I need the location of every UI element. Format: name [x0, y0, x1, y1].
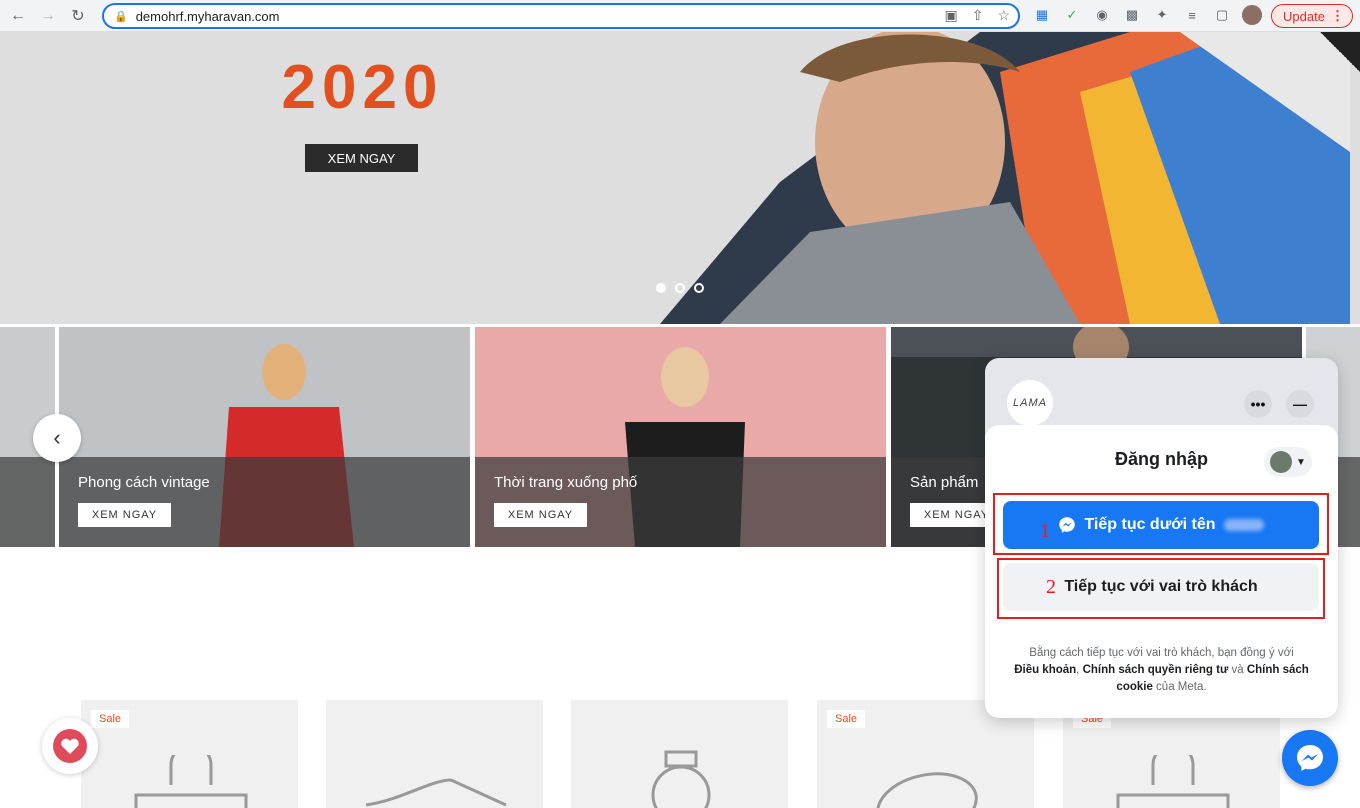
collection-title: Phong cách vintage [78, 474, 210, 491]
collection-title: Sản phẩm [910, 474, 979, 491]
annotation-marker-2: 2 [1046, 576, 1056, 598]
extension-translate-icon[interactable]: ▦ [1032, 5, 1052, 25]
update-label: Update [1283, 8, 1325, 24]
sale-badge: Sale [827, 710, 866, 728]
chevron-left-icon: ‹ [53, 425, 61, 450]
translate-icon[interactable]: ▣ [944, 7, 957, 24]
annotation-marker-1: 1 [1040, 520, 1050, 542]
browser-toolbar: ← → ↻ 🔒 demohrf.myharavan.com ▣ ⇧ ☆ ▦ ✓ … [0, 0, 1360, 32]
reading-list-icon[interactable]: ≡ [1182, 5, 1202, 25]
back-icon[interactable]: ← [6, 4, 30, 28]
collection-cta-button[interactable]: XEM NGAY [494, 503, 587, 527]
football-placeholder-icon [876, 772, 978, 808]
terms-suffix: của Meta. [1152, 681, 1207, 693]
extension-screen-icon[interactable]: ▩ [1122, 5, 1142, 25]
lock-icon: 🔒 [114, 10, 128, 23]
collection-card[interactable]: Thời trang xuống phố XEM NGAY [475, 327, 886, 547]
privacy-link[interactable]: Chính sách quyền riêng tư [1083, 664, 1229, 676]
collection-title: Thời trang xuống phố [494, 474, 638, 491]
terms-link[interactable]: Điều khoản [1014, 664, 1076, 676]
watch-placeholder-icon [651, 750, 711, 808]
side-panel-icon[interactable]: ▢ [1212, 5, 1232, 25]
update-button[interactable]: Update ⋮ [1271, 4, 1353, 28]
more-options-icon[interactable]: ••• [1244, 390, 1272, 418]
slider-dot-active[interactable] [656, 283, 666, 293]
bag-placeholder-icon [1116, 755, 1230, 808]
slider-dot[interactable] [675, 283, 685, 293]
account-switcher[interactable]: ▼ [1264, 447, 1312, 477]
profile-avatar[interactable] [1242, 5, 1262, 25]
account-avatar [1270, 451, 1293, 473]
caret-down-icon: ▼ [1296, 456, 1306, 468]
bookmark-star-icon[interactable]: ☆ [997, 7, 1010, 24]
product-card[interactable] [571, 700, 788, 808]
product-card[interactable] [326, 700, 543, 808]
slider-dot[interactable] [694, 283, 704, 293]
extensions-puzzle-icon[interactable]: ✦ [1152, 5, 1172, 25]
product-card[interactable]: Sale [81, 700, 298, 808]
sale-badge: Sale [91, 710, 130, 728]
terms-text: Bằng cách tiếp tục với vai trò khách, bạ… [1007, 645, 1316, 696]
address-bar[interactable]: 🔒 demohrf.myharavan.com ▣ ⇧ ☆ [102, 3, 1020, 29]
terms-and: và [1228, 664, 1247, 676]
minimize-icon[interactable]: — [1286, 390, 1314, 418]
wishlist-button[interactable] [42, 718, 98, 774]
hero-model-image [660, 32, 1350, 324]
terms-prefix: Bằng cách tiếp tục với vai trò khách, bạ… [1029, 647, 1294, 659]
kebab-menu-icon: ⋮ [1331, 8, 1344, 23]
carousel-prev-button[interactable]: ‹ [33, 414, 81, 462]
messenger-icon [1297, 745, 1323, 771]
forward-icon[interactable]: → [36, 4, 60, 28]
reload-icon[interactable]: ↻ [66, 4, 90, 28]
collection-cta-button[interactable]: XEM NGAY [78, 503, 171, 527]
page-avatar: LAMA [1007, 380, 1053, 426]
hero-year: 2020 [281, 53, 444, 122]
share-icon[interactable]: ⇧ [972, 7, 984, 24]
extension-db-icon[interactable]: ◉ [1092, 5, 1112, 25]
hero-banner: 2020 XEM NGAY [0, 32, 1360, 324]
messenger-chat-button[interactable] [1282, 730, 1338, 786]
extension-grammar-icon[interactable]: ✓ [1062, 5, 1082, 25]
shoe-placeholder-icon [365, 778, 507, 807]
heart-icon [53, 729, 87, 763]
collection-card[interactable]: Phong cách vintage XEM NGAY [59, 327, 470, 547]
url-text: demohrf.myharavan.com [135, 8, 280, 24]
bag-placeholder-icon [134, 755, 248, 808]
corner-badge-icon[interactable] [1320, 32, 1360, 72]
hero-cta-button[interactable]: XEM NGAY [305, 144, 418, 172]
